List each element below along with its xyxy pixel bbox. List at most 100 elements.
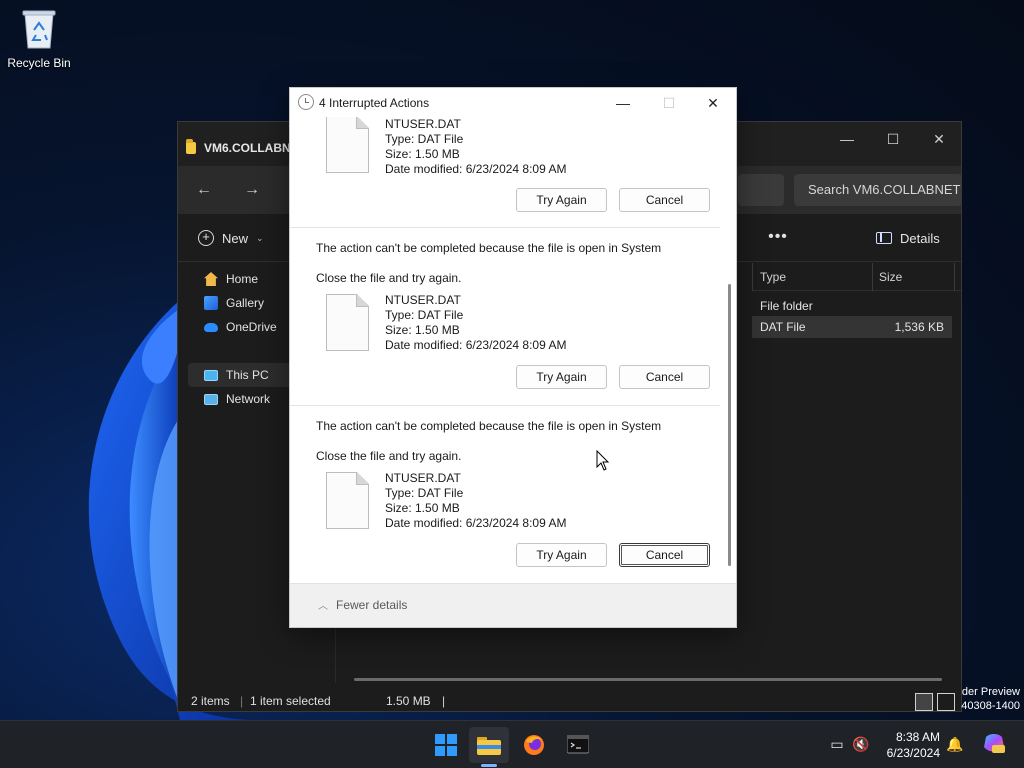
maximize-icon: ☐ [662, 95, 676, 111]
build-watermark: der Preview 40308-1400 [961, 685, 1020, 713]
interrupted-item: NTUSER.DAT Type: DAT File Size: 1.50 MB … [290, 117, 720, 212]
plus-icon: + [198, 230, 214, 246]
vertical-scrollbar[interactable] [728, 284, 731, 566]
column-headers: Type Size [752, 263, 961, 291]
try-again-button[interactable]: Try Again [516, 543, 607, 567]
watermark-line: 40308-1400 [961, 700, 1020, 712]
details-view-icon[interactable] [915, 693, 933, 711]
minimize-icon[interactable]: — [824, 126, 870, 152]
file-explorer-taskbar-button[interactable] [469, 727, 509, 763]
file-icon [326, 472, 369, 529]
column-separator [954, 263, 955, 291]
try-again-button[interactable]: Try Again [516, 365, 607, 389]
file-info: NTUSER.DAT Type: DAT File Size: 1.50 MB … [385, 293, 566, 353]
more-options-button[interactable]: ••• [766, 226, 790, 250]
close-icon[interactable]: ✕ [916, 126, 962, 152]
gallery-icon [204, 296, 218, 310]
sound-muted-icon[interactable]: 🔇 [852, 735, 870, 753]
search-input[interactable]: Search VM6.COLLABNET [794, 174, 962, 206]
taskbar: ▭ 🔇 8:38 AM 6/23/2024 🔔 [0, 720, 1024, 768]
notification-bell-icon[interactable]: 🔔 [946, 735, 964, 753]
copilot-icon[interactable] [982, 733, 1006, 755]
folder-icon [186, 139, 196, 154]
start-button[interactable] [426, 727, 466, 763]
file-name: NTUSER.DAT [385, 293, 461, 307]
terminal-icon [567, 735, 589, 754]
horizontal-scrollbar[interactable] [354, 678, 942, 681]
file-type: Type: DAT File [385, 308, 464, 322]
active-app-indicator [481, 764, 497, 767]
chevron-up-icon: ︿ [318, 601, 328, 612]
clock-icon [298, 94, 314, 110]
dialog-title: 4 Interrupted Actions [319, 96, 430, 110]
row-size: 1,536 KB [894, 320, 944, 334]
file-info: NTUSER.DAT Type: DAT File Size: 1.50 MB … [385, 471, 566, 531]
new-button[interactable]: + New ⌄ [198, 226, 264, 250]
display-icon[interactable]: ▭ [828, 735, 846, 753]
status-divider: | [240, 694, 244, 708]
status-selected: 1 item selected [250, 694, 331, 708]
dialog-scroll-area: NTUSER.DAT Type: DAT File Size: 1.50 MB … [290, 117, 736, 582]
file-date: Date modified: 6/23/2024 8:09 AM [385, 338, 567, 352]
file-size: Size: 1.50 MB [385, 147, 460, 161]
column-separator [872, 263, 873, 291]
details-button[interactable]: Details [876, 226, 940, 250]
status-size: 1.50 MB [386, 694, 431, 708]
file-explorer-icon [477, 737, 501, 755]
interrupted-item: The action can't be completed because th… [290, 227, 720, 405]
file-name: NTUSER.DAT [385, 117, 461, 131]
file-info: NTUSER.DAT Type: DAT File Size: 1.50 MB … [385, 117, 566, 177]
terminal-taskbar-button[interactable] [558, 727, 598, 763]
sidebar-item-label: Network [226, 392, 271, 406]
interrupted-actions-dialog: 4 Interrupted Actions — ☐ ✕ NTUSER.DAT T… [289, 87, 737, 628]
file-date: Date modified: 6/23/2024 8:09 AM [385, 162, 567, 176]
error-hint: Close the file and try again. [316, 449, 462, 463]
row-type: File folder [760, 299, 813, 313]
error-hint: Close the file and try again. [316, 271, 462, 285]
row-type: DAT File [760, 320, 806, 334]
time-text: 8:38 AM [895, 730, 940, 744]
fewer-details-button[interactable]: ︿ Fewer details [318, 597, 408, 613]
sidebar-item-label: Gallery [226, 296, 265, 310]
sidebar-item-label: This PC [226, 368, 269, 382]
start-icon [435, 734, 457, 756]
file-size: Size: 1.50 MB [385, 501, 460, 515]
firefox-taskbar-button[interactable] [514, 727, 554, 763]
cancel-button[interactable]: Cancel [619, 543, 710, 567]
date-text: 6/23/2024 [886, 746, 940, 760]
column-header-type[interactable]: Type [760, 270, 786, 284]
interrupted-item: The action can't be completed because th… [290, 405, 720, 582]
error-message: The action can't be completed because th… [316, 241, 662, 255]
file-type: Type: DAT File [385, 486, 464, 500]
cancel-button[interactable]: Cancel [619, 365, 710, 389]
chevron-down-icon: ⌄ [256, 232, 264, 243]
cancel-button[interactable]: Cancel [619, 188, 710, 212]
forward-arrow-icon[interactable]: → [240, 178, 264, 202]
close-icon[interactable]: ✕ [690, 90, 736, 116]
recycle-bin-desktop-icon[interactable]: Recycle Bin [6, 8, 72, 70]
file-name: NTUSER.DAT [385, 471, 461, 485]
onedrive-icon [204, 322, 218, 332]
table-row[interactable]: File folder [752, 295, 952, 317]
explorer-tab[interactable]: VM6.COLLABNET [186, 130, 306, 166]
details-label: Details [900, 230, 940, 246]
new-label: New [222, 230, 249, 246]
firefox-icon [524, 735, 544, 755]
minimize-icon[interactable]: — [600, 90, 646, 116]
back-arrow-icon[interactable]: ← [192, 178, 216, 202]
maximize-icon[interactable]: ☐ [870, 126, 916, 152]
dialog-titlebar: 4 Interrupted Actions — ☐ ✕ [290, 88, 736, 117]
status-item-count: 2 items [191, 694, 230, 708]
home-icon [204, 272, 218, 286]
column-header-size[interactable]: Size [879, 270, 902, 284]
file-size: Size: 1.50 MB [385, 323, 460, 337]
fewer-details-label: Fewer details [336, 597, 408, 612]
file-type: Type: DAT File [385, 132, 464, 146]
table-row[interactable]: DAT File 1,536 KB [752, 316, 952, 338]
tiles-view-icon[interactable] [937, 693, 955, 711]
address-bar[interactable] [738, 174, 784, 206]
try-again-button[interactable]: Try Again [516, 188, 607, 212]
status-divider: | [442, 694, 446, 708]
recycle-bin-icon [21, 8, 57, 50]
clock[interactable]: 8:38 AM 6/23/2024 [876, 729, 940, 761]
